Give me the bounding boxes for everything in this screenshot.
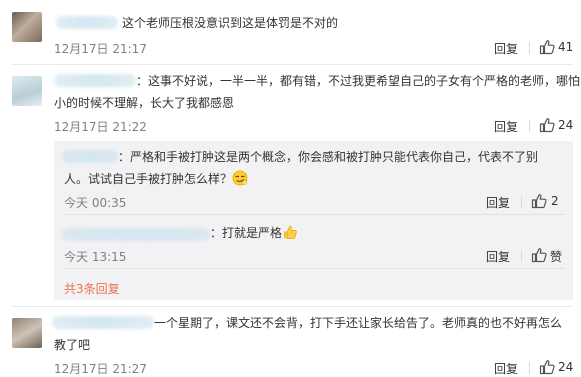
action-divider xyxy=(521,250,522,262)
comment-text: 这个老师压根没意识到这是体罚是不对的 xyxy=(122,16,339,30)
commenter-name-blurred[interactable] xyxy=(52,316,154,329)
action-divider xyxy=(529,42,530,54)
thumbs-up-icon[interactable] xyxy=(539,359,555,375)
action-divider xyxy=(521,196,522,208)
comment-time: 12月17日 21:22 xyxy=(54,120,147,134)
commenter-avatar[interactable] xyxy=(12,76,42,106)
thumbs-up-icon[interactable] xyxy=(531,247,547,263)
more-replies-link[interactable]: 共3条回复 xyxy=(64,280,120,297)
replier-name-blurred[interactable] xyxy=(62,150,118,163)
like-count: 24 xyxy=(558,118,574,132)
comment-divider xyxy=(12,306,573,307)
reply-divider xyxy=(64,214,565,215)
action-divider xyxy=(529,362,530,374)
reply-text-line-1: ：严格和手被打肿这是两个概念，你会感和被打肿只能代表你自己，代表不了别 xyxy=(118,150,539,164)
comment-divider xyxy=(12,64,573,65)
commenter-name-blurred[interactable] xyxy=(56,16,118,29)
like-count: 2 xyxy=(551,194,559,208)
like-label: 赞 xyxy=(550,250,563,264)
reply-text: ：打就是严格 xyxy=(210,222,298,244)
thumbs-up-emoji-icon xyxy=(284,225,297,239)
reply-divider xyxy=(64,268,565,269)
comment-text-line-2: 小的时候不理解，长大了我都感恩 xyxy=(54,96,235,110)
comment-text-line-1: ：这事不好说，一半一半，都有错，不过我更希望自己的子女有个严格的老师，哪怕 xyxy=(136,74,581,88)
action-divider xyxy=(529,120,530,132)
replier-name-blurred[interactable] xyxy=(62,228,210,241)
reply-button[interactable]: 回复 xyxy=(494,360,518,377)
comment-text-line-2: 教了吧 xyxy=(54,338,91,352)
commenter-avatar[interactable] xyxy=(12,318,42,348)
reply-button[interactable]: 回复 xyxy=(486,248,510,265)
reply-time: 今天 13:15 xyxy=(64,250,127,264)
smirk-emoji-icon xyxy=(232,170,248,186)
comment-time: 12月17日 21:27 xyxy=(54,362,147,376)
commenter-avatar[interactable] xyxy=(12,12,42,42)
reply-button[interactable]: 回复 xyxy=(486,194,510,211)
thumbs-up-icon[interactable] xyxy=(531,193,547,209)
like-count: 41 xyxy=(558,40,574,54)
comment-text-line-1: 一个星期了，课文还不会背，打下手还让家长给告了。老师真的也不好再怎么 xyxy=(154,316,563,330)
reply-button[interactable]: 回复 xyxy=(494,118,518,135)
thumbs-up-icon[interactable] xyxy=(539,117,555,133)
comment-time: 12月17日 21:17 xyxy=(54,42,147,56)
thumbs-up-icon[interactable] xyxy=(539,39,555,55)
commenter-name-blurred[interactable] xyxy=(54,74,136,87)
like-count: 24 xyxy=(558,360,574,374)
reply-text-line-2: 人。试试自己手被打肿怎么样？ xyxy=(64,168,248,190)
reply-button[interactable]: 回复 xyxy=(494,40,518,57)
reply-time: 今天 00:35 xyxy=(64,196,127,210)
